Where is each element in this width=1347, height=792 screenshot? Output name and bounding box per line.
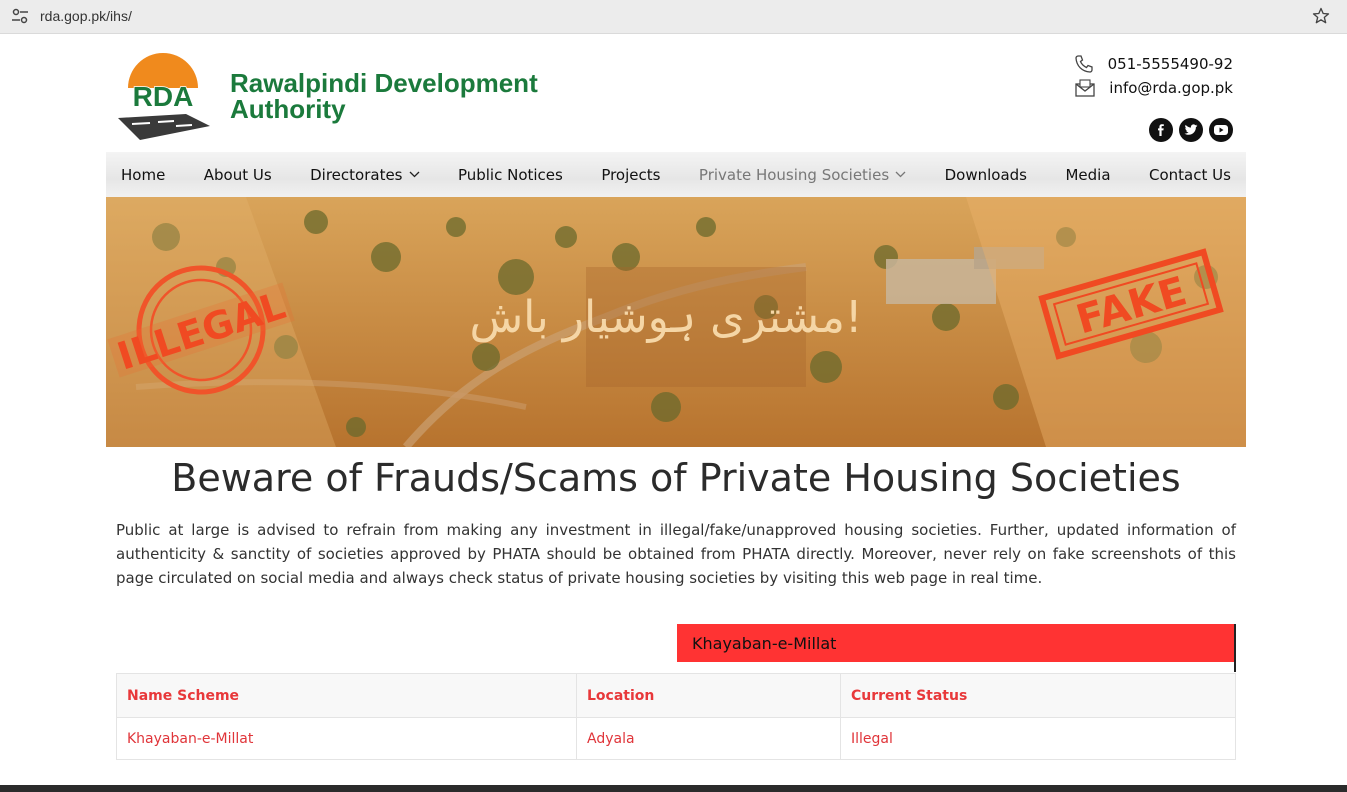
rda-logo[interactable]: RDA <box>114 50 212 140</box>
column-header-current-status[interactable]: Current Status <box>840 673 1236 718</box>
nav-private-housing-societies[interactable]: Private Housing Societies <box>699 166 906 184</box>
nav-projects[interactable]: Projects <box>601 166 660 184</box>
twitter-icon[interactable] <box>1179 118 1203 142</box>
footer <box>0 785 1347 792</box>
nav-directorates[interactable]: Directorates <box>310 166 419 184</box>
browser-address-bar: rda.gop.pk/ihs/ <box>0 0 1347 34</box>
main-nav: Home About Us Directorates Public Notice… <box>106 152 1246 197</box>
mail-icon <box>1075 79 1095 97</box>
nav-media[interactable]: Media <box>1065 166 1110 184</box>
url-field[interactable]: rda.gop.pk/ihs/ <box>40 8 132 24</box>
societies-table: Name Scheme Location Current Status Khay… <box>116 673 1236 760</box>
email-address: info@rda.gop.pk <box>1109 79 1233 97</box>
phone-icon <box>1074 55 1093 73</box>
chevron-down-icon <box>895 171 906 178</box>
contact-info: 051-5555490-92 info@rda.gop.pk <box>1074 52 1233 100</box>
cell-location: Adyala <box>576 717 841 760</box>
nav-downloads[interactable]: Downloads <box>945 166 1027 184</box>
society-search-input[interactable]: Khayaban-e-Millat <box>677 624 1236 662</box>
nav-home[interactable]: Home <box>121 166 165 184</box>
logo-text: RDA <box>133 81 194 112</box>
org-name: Rawalpindi Development Authority <box>230 68 538 124</box>
nav-about-us[interactable]: About Us <box>204 166 272 184</box>
youtube-icon[interactable] <box>1209 118 1233 142</box>
advisory-text: Public at large is advised to refrain fr… <box>116 521 1236 587</box>
page-title: Beware of Frauds/Scams of Private Housin… <box>171 456 1181 500</box>
email-row[interactable]: info@rda.gop.pk <box>1074 76 1233 100</box>
table-row: Khayaban-e-Millat Adyala Illegal <box>116 717 1236 760</box>
chevron-down-icon <box>409 171 419 178</box>
phone-row[interactable]: 051-5555490-92 <box>1074 52 1233 76</box>
warning-banner: ILLEGAL FAKE مشتری ہوشیار باش! <box>106 197 1246 447</box>
phone-number: 051-5555490-92 <box>1107 55 1233 73</box>
cell-name-scheme: Khayaban-e-Millat <box>116 717 577 760</box>
table-header-row: Name Scheme Location Current Status <box>116 673 1236 718</box>
facebook-icon[interactable] <box>1149 118 1173 142</box>
column-header-name-scheme[interactable]: Name Scheme <box>116 673 577 718</box>
search-input-edge <box>1234 662 1236 672</box>
tune-icon[interactable] <box>11 8 29 24</box>
cell-current-status: Illegal <box>840 717 1236 760</box>
column-header-location[interactable]: Location <box>576 673 841 718</box>
social-links <box>1149 118 1233 142</box>
urdu-caution-text: مشتری ہوشیار باش! <box>469 292 862 343</box>
star-icon[interactable] <box>1311 6 1331 26</box>
nav-public-notices[interactable]: Public Notices <box>458 166 563 184</box>
nav-contact-us[interactable]: Contact Us <box>1149 166 1231 184</box>
